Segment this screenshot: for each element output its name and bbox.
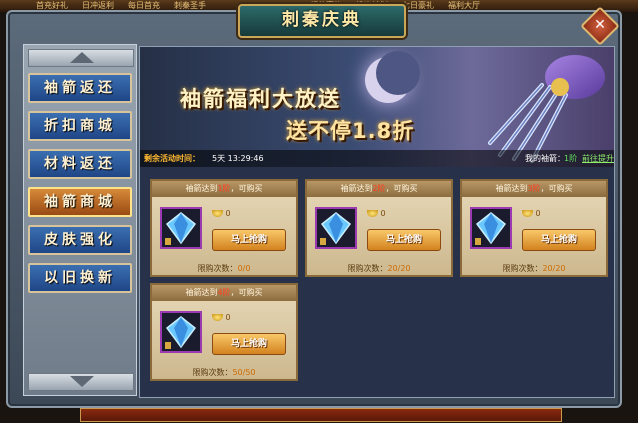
gem-icon[interactable]: [315, 207, 357, 249]
sidebar-item-material-rebate[interactable]: 材料返还: [28, 149, 132, 179]
card-header-level: 4阶: [217, 288, 231, 297]
banner-subline: 送不停1.8折: [286, 119, 415, 143]
shop-card: 袖箭达到1阶，可购买 0 马上抢购 限购次数：0/0: [150, 179, 298, 277]
arrow-up-icon[interactable]: [28, 49, 134, 67]
moon-shadow: [376, 51, 420, 95]
price-row: 0: [212, 313, 231, 322]
ingot-icon: [212, 314, 223, 321]
price-row: 0: [367, 209, 386, 218]
buy-now-button[interactable]: 马上抢购: [522, 229, 596, 251]
ingot-icon: [367, 210, 378, 217]
close-icon: ✕: [594, 17, 606, 33]
window-title: 刺秦庆典: [238, 4, 406, 38]
gem-icon[interactable]: [160, 207, 202, 249]
limit-label: 限购次数：: [197, 264, 238, 273]
sidebar-item-sleeve-arrow-mall[interactable]: 袖箭商城: [28, 187, 132, 217]
sidebar-item-trade-in[interactable]: 以旧换新: [28, 263, 132, 293]
price-row: 0: [212, 209, 231, 218]
promo-banner: 袖箭福利大放送 送不停1.8折 剩余活动时间： 5天 13:29:46 我的袖箭…: [140, 47, 614, 167]
purchase-limit: 限购次数：0/0: [152, 263, 296, 274]
card-price: 0: [535, 209, 541, 218]
limit-value: 20/20: [387, 264, 411, 273]
sleeve-arrow-weapon-icon: [488, 55, 605, 163]
buy-now-button[interactable]: 马上抢购: [212, 229, 286, 251]
lock-icon: [475, 238, 481, 245]
sidebar-item-discount-mall[interactable]: 折扣商城: [28, 111, 132, 141]
main-panel: 袖箭福利大放送 送不停1.8折 剩余活动时间： 5天 13:29:46 我的袖箭…: [139, 46, 615, 398]
card-header-prefix: 袖箭达到: [495, 184, 528, 193]
card-header: 袖箭达到3阶，可购买: [462, 181, 606, 197]
sidebar-item-skin-enhance[interactable]: 皮肤强化: [28, 225, 132, 255]
price-row: 0: [522, 209, 541, 218]
go-upgrade-link[interactable]: 前往提升: [582, 150, 614, 167]
gem-icon[interactable]: [160, 311, 202, 353]
sidebar: 袖箭返还 折扣商城 材料返还 袖箭商城 皮肤强化 以旧换新: [23, 44, 137, 396]
card-header-level: 1阶: [217, 184, 231, 193]
card-header: 袖箭达到2阶，可购买: [307, 181, 451, 197]
limit-label: 限购次数：: [502, 264, 543, 273]
limit-label: 限购次数：: [192, 368, 233, 377]
timer-bar: 剩余活动时间： 5天 13:29:46 我的袖箭： 1阶 前往提升: [140, 150, 614, 167]
card-price: 0: [380, 209, 386, 218]
card-header-level: 3阶: [527, 184, 541, 193]
timer-label: 剩余活动时间：: [144, 154, 200, 163]
purchase-limit: 限购次数：20/20: [462, 263, 606, 274]
purchase-limit: 限购次数：20/20: [307, 263, 451, 274]
buy-now-button[interactable]: 马上抢购: [212, 333, 286, 355]
card-header: 袖箭达到4阶，可购买: [152, 285, 296, 301]
limit-value: 0/0: [237, 264, 251, 273]
bottom-bar: [80, 408, 562, 422]
card-price: 0: [225, 313, 231, 322]
card-header-prefix: 袖箭达到: [185, 288, 218, 297]
my-arrows-label: 我的袖箭：: [525, 154, 565, 163]
shop-card: 袖箭达到4阶，可购买 0 马上抢购 限购次数：50/50: [150, 283, 298, 381]
lock-icon: [165, 238, 171, 245]
card-header-prefix: 袖箭达到: [340, 184, 373, 193]
limit-value: 20/20: [542, 264, 566, 273]
limit-label: 限购次数：: [347, 264, 388, 273]
purchase-limit: 限购次数：50/50: [152, 367, 296, 378]
shop-card: 袖箭达到3阶，可购买 0 马上抢购 限购次数：20/20: [460, 179, 608, 277]
shop-card: 袖箭达到2阶，可购买 0 马上抢购 限购次数：20/20: [305, 179, 453, 277]
card-header: 袖箭达到1阶，可购买: [152, 181, 296, 197]
ingot-icon: [522, 210, 533, 217]
lock-icon: [165, 342, 171, 349]
card-header-suffix: ，可购买: [385, 184, 418, 193]
banner-headline: 袖箭福利大放送: [180, 87, 341, 111]
limit-value: 50/50: [232, 368, 256, 377]
sidebar-item-sleeve-arrow-rebate[interactable]: 袖箭返还: [28, 73, 132, 103]
ingot-icon: [212, 210, 223, 217]
card-header-suffix: ，可购买: [540, 184, 573, 193]
lock-icon: [320, 238, 326, 245]
card-header-level: 2阶: [372, 184, 386, 193]
arrow-down-icon[interactable]: [28, 373, 134, 391]
my-arrows-value: 1阶: [564, 154, 578, 163]
timer-value: 5天 13:29:46: [212, 154, 264, 163]
buy-now-button[interactable]: 马上抢购: [367, 229, 441, 251]
gem-icon[interactable]: [470, 207, 512, 249]
card-price: 0: [225, 209, 231, 218]
card-header-suffix: ，可购买: [230, 288, 263, 297]
card-header-suffix: ，可购买: [230, 184, 263, 193]
card-header-prefix: 袖箭达到: [185, 184, 218, 193]
